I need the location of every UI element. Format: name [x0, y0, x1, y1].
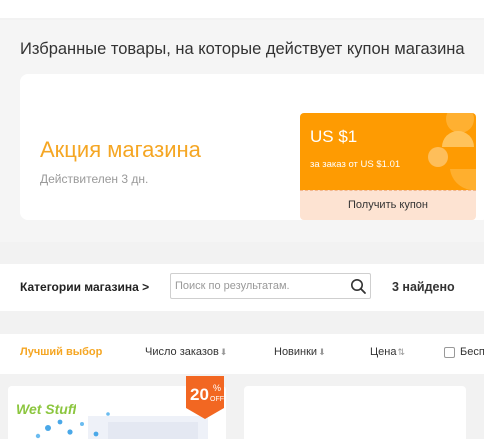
top-strip	[0, 0, 484, 18]
search-icon[interactable]	[350, 278, 367, 295]
product-grid: Wet Stuff 20 % OFF	[0, 374, 484, 439]
coupon-card: Акция магазина Действителен 3 дн. US $1 …	[20, 74, 484, 220]
category-search-bar: Категории магазина > 3 найдено	[0, 264, 484, 311]
discount-value: 20	[190, 385, 209, 404]
sort-down-icon: ⬇	[219, 347, 228, 357]
discount-badge: 20 % OFF	[186, 376, 224, 419]
coupon-amount: US $1	[310, 127, 358, 146]
promo-title: Акция магазина	[40, 137, 201, 162]
sort-up-down-icon: ⇅	[397, 347, 405, 357]
free-shipping-label: Бесплатная доставка	[460, 346, 484, 358]
sort-orders-label: Число заказов	[145, 346, 219, 358]
section-title: Избранные товары, на которые действует к…	[20, 40, 465, 58]
results-count: 3 найдено	[392, 280, 455, 294]
discount-percent: %	[213, 383, 221, 393]
coupon-decoration-icon	[428, 113, 476, 190]
get-coupon-button[interactable]: Получить купон	[300, 190, 476, 220]
coupon-condition: за заказ от US $1.01	[310, 159, 401, 170]
sort-best-match-label: Лучший выбор	[20, 346, 103, 358]
brand-logo: Wet Stuff	[16, 401, 76, 417]
coupon-ticket-top: US $1 за заказ от US $1.01	[300, 113, 476, 190]
sort-down-icon: ⬇	[318, 347, 326, 357]
sort-orders[interactable]: Число заказов⬇	[145, 346, 227, 358]
discount-off: OFF	[210, 396, 224, 403]
product-card[interactable]	[244, 386, 466, 439]
get-coupon-label: Получить купон	[348, 199, 428, 211]
promo-validity: Действителен 3 дн.	[40, 172, 149, 186]
sort-best-match[interactable]: Лучший выбор	[20, 346, 102, 358]
search-box	[170, 273, 371, 299]
store-coupon-section: Избранные товары, на которые действует к…	[0, 20, 484, 242]
store-categories-link[interactable]: Категории магазина >	[20, 280, 149, 294]
brand-logo-text: Wet Stuff	[16, 401, 76, 417]
sort-price-label: Цена	[370, 346, 397, 358]
sort-newest-label: Новинки	[274, 346, 318, 358]
sort-bar: Лучший выбор Число заказов⬇ Новинки⬇ Цен…	[0, 334, 484, 374]
sort-price[interactable]: Цена⇅	[370, 346, 405, 358]
search-input[interactable]	[175, 276, 343, 296]
sort-newest[interactable]: Новинки⬇	[274, 346, 326, 358]
coupon-ticket: US $1 за заказ от US $1.01 Получить купо…	[300, 113, 476, 220]
free-shipping-checkbox[interactable]	[444, 347, 455, 358]
store-page: Избранные товары, на которые действует к…	[0, 0, 484, 439]
